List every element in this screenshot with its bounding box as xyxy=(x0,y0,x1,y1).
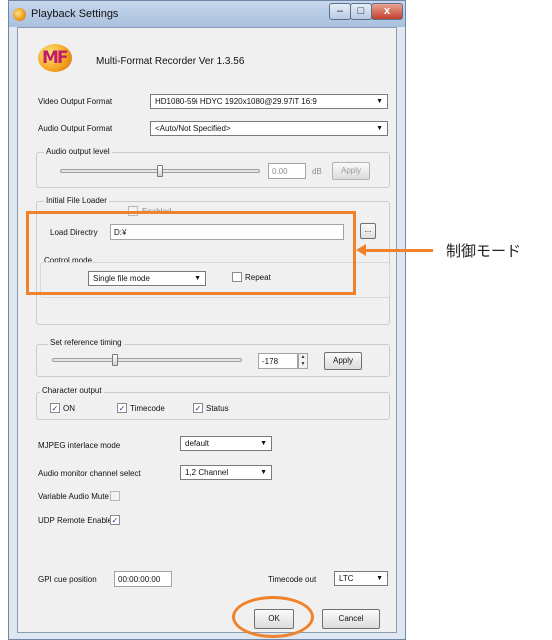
audio-output-select[interactable]: <Auto/Not Specified> ▼ xyxy=(150,121,388,136)
browse-button[interactable]: ... xyxy=(360,223,376,239)
minimize-button[interactable]: – xyxy=(329,3,351,20)
mjpeg-value: default xyxy=(185,439,210,448)
annotation-highlight-box xyxy=(26,211,356,295)
chevron-down-icon: ▼ xyxy=(376,98,383,105)
udp-remote-label: UDP Remote Enable xyxy=(38,516,113,525)
title-bar: Playback Settings – □ x xyxy=(9,1,405,27)
audio-level-apply-button[interactable]: Apply xyxy=(332,162,370,180)
audio-monitor-value: 1,2 Channel xyxy=(185,468,229,477)
timecode-out-label: Timecode out xyxy=(268,575,317,584)
video-output-value: HD1080-59i HDYC 1920x1080@29.97iT 16:9 xyxy=(155,97,317,106)
char-timecode-label: Timecode xyxy=(130,404,165,413)
char-status-label: Status xyxy=(206,404,229,413)
chevron-down-icon: ▼ xyxy=(376,575,383,582)
timecode-out-value: LTC xyxy=(339,574,354,583)
annotation-label: 制御モード xyxy=(446,242,522,260)
reference-timing-title: Set reference timing xyxy=(48,338,124,347)
product-version: Multi-Format Recorder Ver 1.3.56 xyxy=(96,56,245,67)
audio-level-unit: dB xyxy=(312,167,322,176)
variable-audio-mute-checkbox[interactable] xyxy=(110,491,120,501)
audio-output-value: <Auto/Not Specified> xyxy=(155,124,231,133)
audio-monitor-select[interactable]: 1,2 Channel ▼ xyxy=(180,465,272,480)
chevron-down-icon: ▼ xyxy=(260,440,267,447)
video-output-select[interactable]: HD1080-59i HDYC 1920x1080@29.97iT 16:9 ▼ xyxy=(150,94,388,109)
timecode-out-select[interactable]: LTC ▼ xyxy=(334,571,388,586)
close-button[interactable]: x xyxy=(371,3,403,20)
ok-highlight-ring xyxy=(232,596,314,638)
audio-level-title: Audio output level xyxy=(44,147,112,156)
file-loader-title: Initial File Loader xyxy=(44,196,109,205)
udp-remote-checkbox[interactable]: ✓ xyxy=(110,515,120,525)
char-on-checkbox[interactable]: ✓ xyxy=(50,403,60,413)
gpi-cue-label: GPI cue position xyxy=(38,575,97,584)
maximize-button[interactable]: □ xyxy=(350,3,372,20)
char-status-checkbox[interactable]: ✓ xyxy=(193,403,203,413)
cancel-button[interactable]: Cancel xyxy=(322,609,380,629)
mjpeg-select[interactable]: default ▼ xyxy=(180,436,272,451)
logo-text: MF xyxy=(42,48,68,68)
reference-timing-value[interactable]: -178 xyxy=(258,353,298,369)
dialog-client xyxy=(17,27,397,633)
variable-audio-mute-label: Variable Audio Mute xyxy=(38,492,110,501)
reference-timing-slider-thumb[interactable] xyxy=(111,354,118,366)
window-title: Playback Settings xyxy=(31,8,119,20)
audio-output-label: Audio Output Format xyxy=(38,124,113,133)
character-output-title: Character output xyxy=(40,386,104,395)
audio-monitor-label: Audio monitor channel select xyxy=(38,469,141,478)
reference-timing-slider-track[interactable] xyxy=(52,358,242,362)
char-on-label: ON xyxy=(63,404,75,413)
annotation-arrow-icon xyxy=(356,244,366,256)
mf-logo: MF xyxy=(38,44,72,72)
app-icon xyxy=(13,8,26,21)
audio-level-slider-thumb[interactable] xyxy=(157,165,163,177)
char-timecode-checkbox[interactable]: ✓ xyxy=(117,403,127,413)
reference-timing-spinner[interactable]: ▲ ▼ xyxy=(298,353,308,369)
audio-level-value[interactable]: 0.00 xyxy=(268,163,306,179)
reference-timing-apply-button[interactable]: Apply xyxy=(324,352,362,370)
annotation-arrow-line xyxy=(363,249,433,252)
video-output-label: Video Output Format xyxy=(38,97,113,106)
chevron-down-icon: ▼ xyxy=(260,469,267,476)
gpi-cue-input[interactable]: 00:00:00:00 xyxy=(114,571,172,587)
chevron-down-icon: ▼ xyxy=(376,125,383,132)
mjpeg-label: MJPEG interlace mode xyxy=(38,441,121,450)
